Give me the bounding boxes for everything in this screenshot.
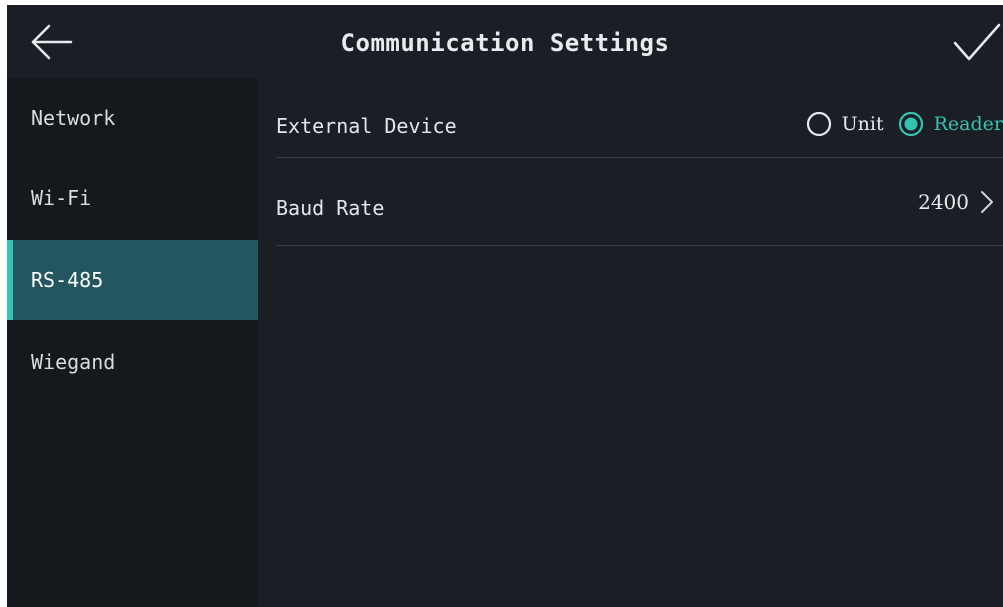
back-button[interactable] bbox=[25, 19, 77, 65]
radio-label-reader: Reader bbox=[933, 113, 1003, 135]
sidebar-item-network[interactable]: Network bbox=[7, 78, 258, 158]
settings-panel: External Device Unit Reader Baud Rate 24… bbox=[258, 78, 1003, 607]
chevron-right-icon bbox=[981, 191, 993, 213]
external-device-row: External Device Unit Reader bbox=[276, 78, 1003, 158]
baud-rate-label: Baud Rate bbox=[276, 196, 385, 220]
baud-rate-selector[interactable]: 2400 bbox=[918, 158, 995, 238]
page-title: Communication Settings bbox=[340, 29, 670, 57]
external-device-label: External Device bbox=[276, 114, 457, 138]
sidebar-item-wifi[interactable]: Wi-Fi bbox=[7, 158, 258, 238]
sidebar-item-wiegand[interactable]: Wiegand bbox=[7, 322, 258, 402]
sidebar: Network Wi-Fi RS-485 Wiegand bbox=[7, 78, 258, 607]
confirm-button[interactable] bbox=[951, 17, 1003, 67]
radio-label-unit: Unit bbox=[841, 113, 884, 135]
radio-unselected-icon bbox=[806, 111, 831, 137]
radio-option-unit[interactable]: Unit bbox=[806, 111, 884, 137]
checkmark-icon bbox=[953, 23, 1001, 61]
device-screen: Communication Settings Network Wi-Fi RS-… bbox=[7, 5, 1003, 607]
baud-rate-value: 2400 bbox=[918, 190, 969, 214]
baud-rate-row[interactable]: Baud Rate 2400 bbox=[276, 158, 1003, 246]
external-device-radio-group: Unit Reader bbox=[792, 78, 1003, 158]
radio-selected-icon bbox=[898, 111, 923, 137]
radio-option-reader[interactable]: Reader bbox=[898, 111, 1003, 137]
sidebar-item-rs485[interactable]: RS-485 bbox=[7, 240, 258, 320]
arrow-left-icon bbox=[31, 24, 73, 60]
header-bar: Communication Settings bbox=[7, 5, 1003, 78]
